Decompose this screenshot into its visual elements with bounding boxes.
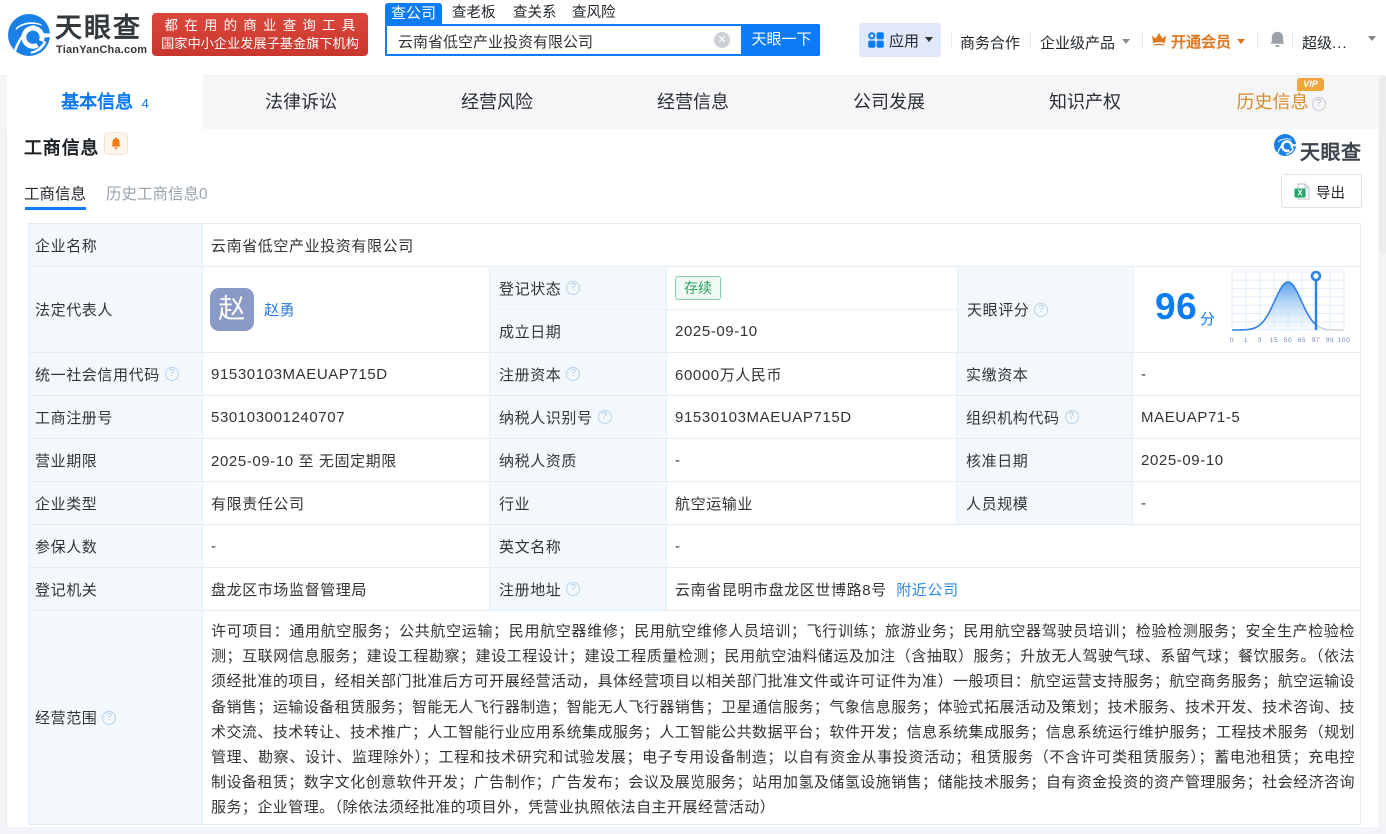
svg-text:15: 15 [1270, 337, 1278, 344]
svg-text:X: X [1297, 189, 1303, 198]
svg-text:100: 100 [1338, 337, 1350, 344]
svg-text:1: 1 [1244, 337, 1248, 344]
svg-text:50: 50 [1284, 337, 1292, 344]
svg-text:99: 99 [1326, 337, 1334, 344]
svg-text:3: 3 [1258, 337, 1262, 344]
svg-text:85: 85 [1298, 337, 1306, 344]
svg-text:0: 0 [1230, 337, 1234, 344]
svg-text:97: 97 [1312, 337, 1320, 344]
